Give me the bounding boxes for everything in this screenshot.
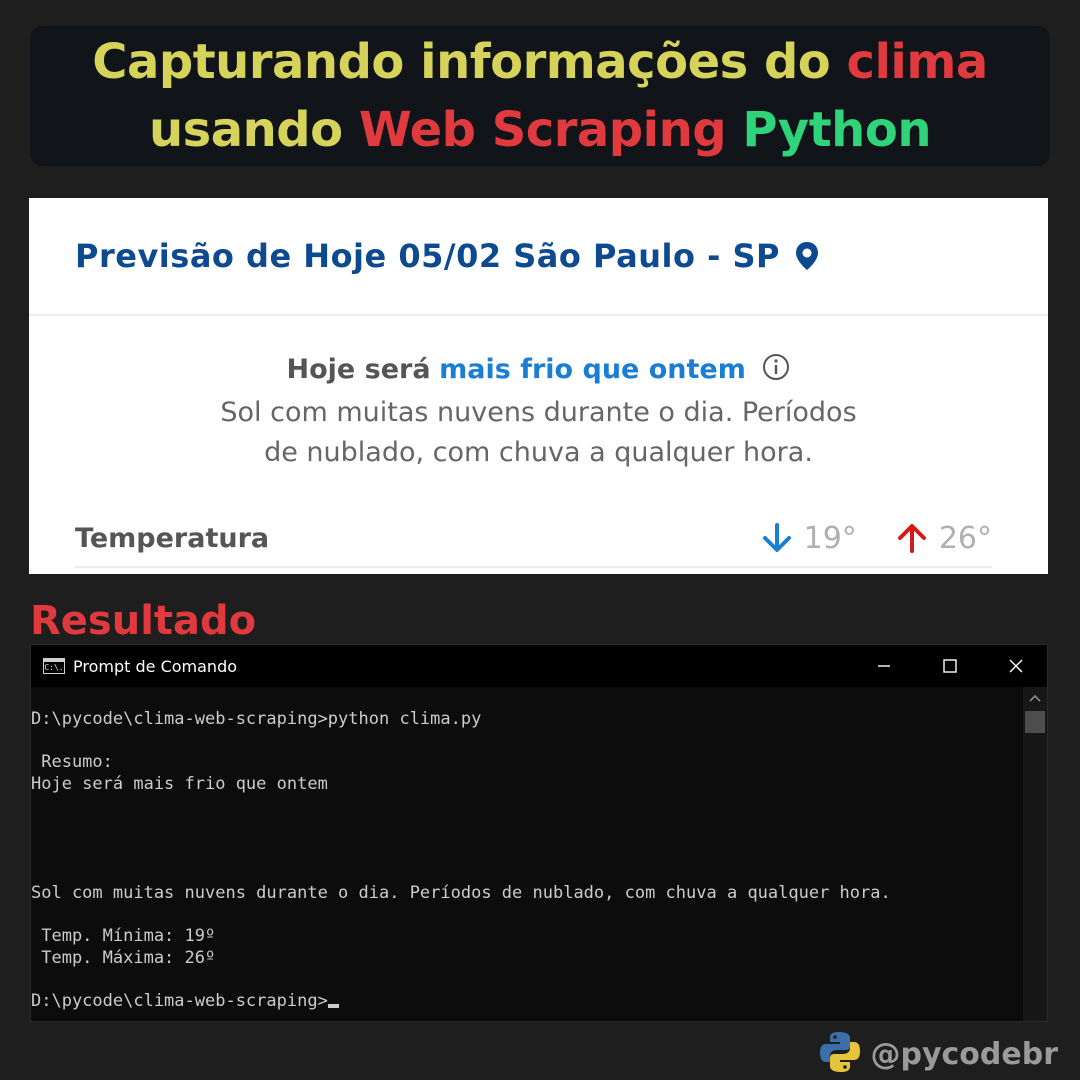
console-line: Temp. Máxima: 26º	[31, 947, 216, 968]
python-logo-icon	[818, 1030, 862, 1079]
console-prompt: D:\pycode\clima-web-scraping>	[31, 991, 328, 1012]
console-output[interactable]: D:\pycode\clima-web-scraping>python clim…	[31, 687, 1023, 1021]
close-button[interactable]	[983, 645, 1049, 687]
scrollbar-thumb[interactable]	[1025, 711, 1045, 733]
cmd-icon-text: C:\.	[44, 663, 64, 672]
scroll-up-icon[interactable]	[1023, 687, 1047, 709]
forecast-card: Previsão de Hoje 05/02 São Paulo - SP Ho…	[29, 198, 1048, 574]
console-line: Sol com muitas nuvens durante o dia. Per…	[31, 882, 891, 903]
banner-text: Capturando informações do	[92, 34, 847, 90]
description-line: de nublado, com chuva a qualquer hora.	[264, 437, 813, 468]
banner-text: Web Scraping	[358, 102, 743, 158]
temp-max-value: 26°	[938, 520, 992, 556]
forecast-summary: Hoje será mais frio que ontem Sol com mu…	[29, 350, 1048, 473]
banner-line-2: usando Web Scraping Python	[149, 96, 931, 164]
banner-line-1: Capturando informações do clima	[92, 28, 988, 96]
minimize-button[interactable]	[851, 645, 917, 687]
command-prompt-window[interactable]: C:\. Prompt de Comando D:\pycode\clima-w…	[30, 644, 1048, 1022]
banner-text: Python	[742, 102, 931, 158]
description-line: Sol com muitas nuvens durante o dia. Per…	[220, 397, 857, 428]
console-line: D:\pycode\clima-web-scraping>python clim…	[31, 709, 482, 729]
temp-min-value: 19°	[803, 520, 857, 556]
footer-brand: @pycodebr	[818, 1030, 1058, 1079]
cmd-app-icon: C:\.	[43, 658, 65, 674]
window-title: Prompt de Comando	[73, 656, 238, 676]
temp-max: 26°	[895, 521, 992, 556]
window-titlebar[interactable]: C:\. Prompt de Comando	[31, 645, 1047, 687]
maximize-button[interactable]	[917, 645, 983, 687]
location-pin-icon[interactable]	[794, 241, 820, 271]
vertical-scrollbar[interactable]	[1023, 687, 1047, 1021]
forecast-title: Previsão de Hoje 05/02 São Paulo - SP	[75, 237, 780, 275]
handle-text: @pycodebr	[870, 1037, 1058, 1072]
result-label: Resultado	[30, 598, 257, 644]
summary-highlight-link[interactable]: mais frio que ontem	[439, 354, 746, 385]
banner-text: clima	[846, 34, 988, 90]
temp-min: 19°	[760, 521, 857, 556]
temperature-label: Temperatura	[75, 522, 270, 554]
console-line: Hoje será mais frio que ontem	[31, 774, 328, 795]
title-banner: Capturando informações do clima usando W…	[30, 26, 1050, 166]
summary-lead: Hoje será	[286, 354, 431, 385]
info-icon[interactable]	[762, 353, 790, 393]
temperature-row: Temperatura 19° 26°	[75, 510, 992, 568]
console-lines: D:\pycode\clima-web-scraping>python clim…	[31, 709, 1023, 991]
console-line: Resumo:	[31, 752, 113, 773]
banner-text: usando	[149, 102, 359, 158]
text-cursor	[327, 1004, 339, 1009]
arrow-up-icon	[897, 524, 926, 553]
forecast-header: Previsão de Hoje 05/02 São Paulo - SP	[29, 198, 1048, 316]
console-line: Temp. Mínima: 19º	[31, 926, 216, 947]
arrow-down-icon	[762, 523, 791, 552]
